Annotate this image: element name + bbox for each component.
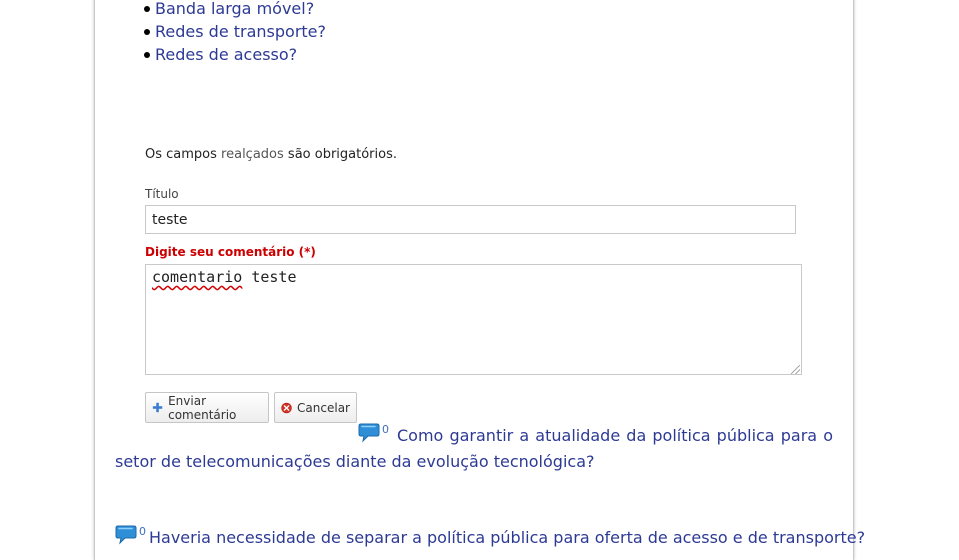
- comment-count: 0: [382, 423, 389, 436]
- topic-list: Banda larga móvel? Redes de transporte? …: [143, 0, 326, 66]
- title-input[interactable]: [145, 205, 796, 234]
- topic-item[interactable]: Redes de acesso?: [143, 43, 326, 66]
- comment-count: 0: [139, 525, 146, 538]
- question-item: 0 Haveria necessidade de separar a políti…: [115, 519, 865, 551]
- speech-bubble-icon[interactable]: [358, 423, 380, 443]
- required-note-prefix: Os campos: [145, 147, 217, 162]
- topic-item[interactable]: Banda larga móvel?: [143, 0, 326, 20]
- plus-icon: [152, 402, 163, 413]
- question-item: 0 Como garantir a atualidade da política …: [115, 417, 833, 475]
- required-note-suffix: são obrigatórios.: [287, 147, 397, 162]
- required-fields-note: Os campos realçados são obrigatórios.: [145, 147, 397, 162]
- required-note-highlight: realçados: [221, 147, 284, 162]
- comment-label: Digite seu comentário (*): [145, 245, 316, 259]
- comment-textarea[interactable]: [145, 264, 802, 375]
- question-link[interactable]: Como garantir a atualidade da política p…: [115, 426, 833, 471]
- title-label: Título: [145, 187, 179, 201]
- speech-bubble-icon[interactable]: [115, 525, 137, 545]
- question-link[interactable]: Haveria necessidade de separar a polític…: [149, 528, 865, 547]
- cancel-x-icon: [281, 402, 292, 413]
- cancel-label: Cancelar: [297, 400, 350, 415]
- textarea-resize-handle[interactable]: [791, 365, 800, 374]
- topic-item[interactable]: Redes de transporte?: [143, 20, 326, 43]
